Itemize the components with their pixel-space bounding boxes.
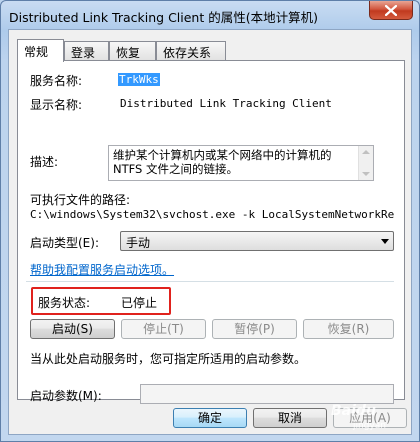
chevron-down-icon xyxy=(381,239,389,244)
tab-label: 常规 xyxy=(24,45,49,59)
description-textbox[interactable]: 维护某个计算机内或某个网络中的计算机的 NTFS 文件之间的链接。 xyxy=(108,145,374,181)
tab-label: 依存关系 xyxy=(163,46,212,60)
startup-type-value: 手动 xyxy=(126,236,151,250)
baidu-watermark-sub: jingyan xyxy=(353,421,386,431)
dialog-client-area: 常规 登录 恢复 依存关系 服务名称: TrkWks 显示名称: Distrib… xyxy=(8,29,412,435)
exe-path-value[interactable]: C:\windows\System32\svchost.exe -k Local… xyxy=(30,208,394,221)
help-configure-link[interactable]: 帮助我配置服务启动选项。 xyxy=(30,261,174,278)
display-name-label: 显示名称: xyxy=(30,98,83,112)
startup-type-dropdown[interactable]: 手动 xyxy=(120,231,394,251)
tab-general[interactable]: 常规 xyxy=(17,39,64,62)
ok-button[interactable]: 确定 xyxy=(173,408,247,428)
cancel-button[interactable]: 取消 xyxy=(253,408,327,428)
start-button[interactable]: 启动(S) xyxy=(30,319,115,339)
scroll-down-icon xyxy=(362,172,370,176)
tab-recovery[interactable]: 恢复 xyxy=(109,41,156,60)
general-tab-panel: 服务名称: TrkWks 显示名称: Distributed Link Trac… xyxy=(17,60,405,404)
tab-logon[interactable]: 登录 xyxy=(64,41,109,60)
exe-path-label: 可执行文件的路径: xyxy=(30,193,131,207)
start-params-hint: 当从此处启动服务时，您可指定所适用的启动参数。 xyxy=(30,352,307,366)
window-title: Distributed Link Tracking Client 的属性(本地计… xyxy=(9,10,318,25)
start-params-label: 启动参数(M): xyxy=(30,389,102,403)
description-value: 维护某个计算机内或某个网络中的计算机的 NTFS 文件之间的链接。 xyxy=(113,148,332,176)
tab-label: 恢复 xyxy=(116,46,141,60)
title-bar[interactable]: Distributed Link Tracking Client 的属性(本地计… xyxy=(1,1,419,29)
stop-button[interactable]: 停止(T) xyxy=(121,319,206,339)
separator xyxy=(26,281,394,282)
startup-type-label: 启动类型(E): xyxy=(30,236,99,250)
close-button[interactable] xyxy=(369,1,413,20)
pause-button[interactable]: 暂停(P) xyxy=(212,319,297,339)
description-label: 描述: xyxy=(30,155,59,169)
properties-window: Distributed Link Tracking Client 的属性(本地计… xyxy=(0,0,420,442)
close-icon xyxy=(385,5,397,16)
baidu-watermark: Baidu xyxy=(331,403,376,419)
status-highlight-box xyxy=(31,287,171,315)
start-params-input[interactable] xyxy=(140,384,394,404)
display-name-value[interactable]: Distributed Link Tracking Client xyxy=(120,97,332,110)
description-scrollbar[interactable] xyxy=(358,146,373,180)
service-name-label: 服务名称: xyxy=(30,74,83,88)
tab-dependencies[interactable]: 依存关系 xyxy=(156,41,226,60)
scroll-up-icon xyxy=(362,150,370,154)
resume-button[interactable]: 恢复(R) xyxy=(303,319,394,339)
service-name-value[interactable]: TrkWks xyxy=(118,73,160,86)
tab-label: 登录 xyxy=(71,46,96,60)
